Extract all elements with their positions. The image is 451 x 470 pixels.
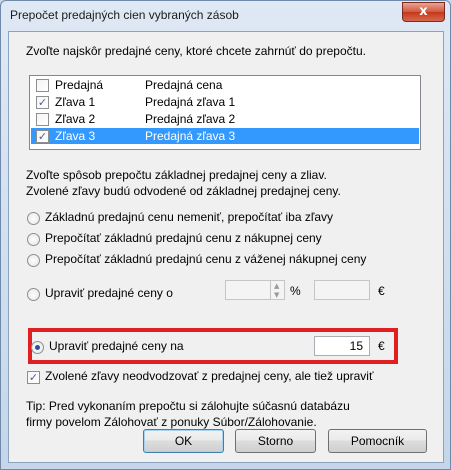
title-bar[interactable]: Prepočet predajných cien vybraných zásob… — [1, 1, 450, 31]
percent-symbol: % — [290, 284, 301, 298]
list-item[interactable]: ✓ Zľava 1 Predajná zľava 1 — [31, 94, 419, 110]
also-adjust-discounts-label[interactable]: Zvolené zľavy neodvodzovať z predajnej c… — [45, 369, 373, 383]
option-keep-base-price[interactable]: Základnú predajnú cenu nemeniť, prepočít… — [45, 210, 333, 224]
method-heading-line1: Zvoľte spôsob prepočtu základnej predajn… — [26, 168, 327, 182]
checkbox-checked-icon[interactable]: ✓ — [36, 130, 49, 143]
checkbox-unchecked-icon[interactable] — [36, 113, 49, 126]
help-button[interactable]: Pomocník — [328, 429, 427, 453]
list-item-selected[interactable]: ✓ Zľava 3 Predajná zľava 3 — [31, 128, 419, 144]
spin-up-icon[interactable]: ▲ — [274, 282, 279, 290]
tip-line1: Tip: Pred vykonaním prepočtu si zálohujt… — [26, 399, 350, 413]
option-from-purchase-price[interactable]: Prepočítať základnú predajnú cenu z náku… — [45, 231, 322, 245]
price-description: Predajná zľava 1 — [145, 95, 236, 109]
amount-input-disabled[interactable] — [314, 280, 370, 300]
list-item[interactable]: Predajná Predajná cena — [31, 77, 419, 93]
radio-from-weighted-price[interactable] — [27, 254, 40, 267]
percent-input[interactable] — [225, 280, 271, 300]
dialog-body: Zvoľte najskôr predajné ceny, ktoré chce… — [8, 31, 444, 463]
ok-button[interactable]: OK — [143, 429, 224, 453]
price-description: Predajná zľava 2 — [145, 112, 236, 126]
price-name: Zľava 3 — [55, 129, 96, 143]
dialog-window: Prepočet predajných cien vybraných zásob… — [0, 0, 451, 470]
price-name: Predajná — [55, 78, 104, 92]
price-list[interactable]: Predajná Predajná cena ✓ Zľava 1 Predajn… — [29, 75, 421, 150]
checkbox-unchecked-icon[interactable] — [36, 79, 49, 92]
radio-keep-base-price[interactable] — [27, 212, 40, 225]
percent-spinner[interactable]: ▲ ▼ — [270, 280, 285, 300]
window-title: Prepočet predajných cien vybraných zásob — [10, 8, 239, 22]
close-button[interactable]: x — [402, 2, 445, 22]
currency-symbol: € — [378, 284, 385, 298]
price-description: Predajná zľava 3 — [145, 129, 236, 143]
option-adjust-by-percent[interactable]: Upraviť predajné ceny o — [45, 286, 173, 300]
radio-from-purchase-price[interactable] — [27, 233, 40, 246]
price-name: Zľava 2 — [55, 112, 96, 126]
method-heading-line2: Zvolené zľavy budú odvodené od základnej… — [26, 184, 341, 198]
cancel-button[interactable]: Storno — [235, 429, 316, 453]
option-adjust-to-value[interactable]: Upraviť predajné ceny na — [49, 339, 184, 353]
checkbox-checked-icon[interactable]: ✓ — [36, 96, 49, 109]
radio-adjust-by-percent[interactable] — [27, 288, 40, 301]
checkbox-checked-icon[interactable]: ✓ — [27, 371, 40, 384]
currency-symbol: € — [378, 339, 385, 353]
spin-down-icon[interactable]: ▼ — [274, 291, 279, 299]
tip-line2: firmy povelom Zálohovať z ponuky Súbor/Z… — [26, 415, 317, 429]
price-name: Zľava 1 — [55, 95, 96, 109]
price-description: Predajná cena — [145, 78, 223, 92]
adjust-to-value-input[interactable]: 15 — [314, 336, 370, 356]
intro-text: Zvoľte najskôr predajné ceny, ktoré chce… — [26, 44, 366, 58]
option-from-weighted-price[interactable]: Prepočítať základnú predajnú cenu z váže… — [45, 252, 366, 266]
list-item[interactable]: Zľava 2 Predajná zľava 2 — [31, 111, 419, 127]
radio-adjust-to-value[interactable] — [31, 341, 44, 354]
